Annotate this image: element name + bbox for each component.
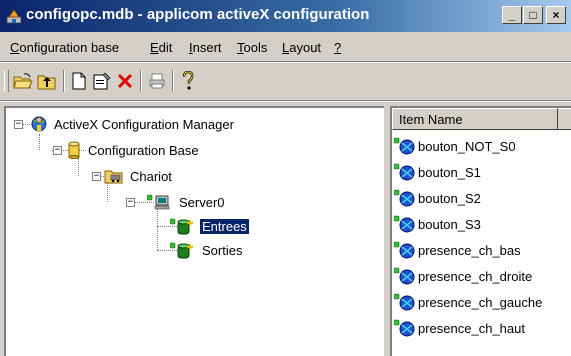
collapse-toggle[interactable]: − bbox=[126, 198, 135, 207]
window-title: configopc.mdb - applicom activeX configu… bbox=[26, 6, 370, 23]
delete-icon bbox=[117, 73, 133, 89]
delete-button[interactable] bbox=[114, 70, 136, 92]
list-item[interactable]: presence_ch_bas bbox=[394, 240, 521, 260]
column-header-filler bbox=[558, 108, 571, 130]
up-folder-button[interactable] bbox=[36, 70, 58, 92]
list-item-label: bouton_S2 bbox=[418, 190, 481, 206]
close-icon: × bbox=[552, 8, 560, 22]
collapse-toggle[interactable]: − bbox=[92, 172, 101, 181]
menu-tools[interactable]: Tools bbox=[237, 40, 267, 55]
list-item[interactable]: presence_ch_droite bbox=[394, 266, 532, 286]
item-tag-icon bbox=[394, 215, 415, 233]
print-icon bbox=[149, 73, 165, 89]
print-button[interactable] bbox=[146, 70, 168, 92]
group-icon bbox=[170, 218, 193, 235]
properties-icon bbox=[93, 72, 111, 90]
tree-view[interactable]: − − − − ActiveX Configuration Manager Co… bbox=[4, 106, 384, 356]
tree-node-label: Sorties bbox=[202, 242, 243, 258]
toolbar-separator bbox=[172, 70, 174, 92]
toolbar-separator bbox=[63, 70, 65, 92]
toolbar-separator bbox=[140, 70, 142, 92]
tree-connector bbox=[39, 134, 40, 150]
properties-button[interactable] bbox=[91, 70, 113, 92]
tree-node-label: Entrees bbox=[199, 217, 250, 235]
list-item[interactable]: presence_ch_haut bbox=[394, 318, 525, 338]
up-folder-icon bbox=[37, 75, 56, 90]
item-tag-icon bbox=[394, 319, 415, 337]
tree-node-sorties[interactable]: Sorties bbox=[170, 240, 244, 260]
menu-bar: Configuration base Edit Insert Tools Lay… bbox=[0, 34, 571, 60]
tree-node-chariot[interactable]: Chariot bbox=[104, 166, 174, 186]
column-header-item-name[interactable]: Item Name bbox=[392, 108, 558, 130]
tree-node-label: Chariot bbox=[130, 168, 172, 184]
menu-configuration-base[interactable]: Configuration base bbox=[10, 40, 119, 55]
menu-separator bbox=[0, 61, 571, 63]
list-item-label: bouton_S3 bbox=[418, 216, 481, 232]
database-icon bbox=[68, 141, 80, 159]
list-item[interactable]: bouton_S3 bbox=[394, 214, 481, 234]
tree-node-configuration-base[interactable]: Configuration Base bbox=[66, 140, 201, 160]
item-tag-icon bbox=[394, 293, 415, 311]
toolbar bbox=[0, 64, 571, 98]
help-button[interactable] bbox=[177, 70, 199, 92]
minimize-button[interactable]: _ bbox=[502, 6, 522, 24]
toolbar-grip[interactable] bbox=[4, 70, 9, 92]
list-item-label: presence_ch_gauche bbox=[418, 294, 543, 310]
minimize-icon: _ bbox=[508, 8, 516, 22]
maximize-button[interactable]: □ bbox=[523, 6, 543, 24]
tree-node-entrees[interactable]: Entrees bbox=[170, 216, 250, 236]
server-icon bbox=[147, 194, 170, 210]
item-tag-icon bbox=[394, 137, 415, 155]
item-list-view[interactable]: Item Name bouton_NOT_S0 bouton_S1 bouton… bbox=[390, 106, 571, 356]
tree-connector bbox=[157, 208, 158, 250]
list-item-label: bouton_S1 bbox=[418, 164, 481, 180]
new-button[interactable] bbox=[68, 70, 90, 92]
list-item-label: presence_ch_bas bbox=[418, 242, 521, 258]
help-icon bbox=[182, 71, 194, 90]
tree-connector bbox=[78, 158, 79, 176]
list-item-label: presence_ch_droite bbox=[418, 268, 533, 284]
menu-help[interactable]: ? bbox=[334, 40, 341, 55]
toolbar-separator-line bbox=[0, 100, 571, 102]
menu-edit[interactable]: Edit bbox=[150, 40, 172, 55]
tree-node-label: Server0 bbox=[179, 194, 225, 210]
group-icon bbox=[170, 242, 193, 259]
item-tag-icon bbox=[394, 241, 415, 259]
tree-node-label: Configuration Base bbox=[88, 142, 199, 158]
tree-node-server0[interactable]: Server0 bbox=[147, 192, 227, 212]
menu-insert[interactable]: Insert bbox=[189, 40, 222, 55]
item-tag-icon bbox=[394, 163, 415, 181]
item-tag-icon bbox=[394, 189, 415, 207]
list-item[interactable]: bouton_S1 bbox=[394, 162, 481, 182]
open-button[interactable] bbox=[12, 70, 34, 92]
collapse-toggle[interactable]: − bbox=[53, 146, 62, 155]
list-item-label: bouton_NOT_S0 bbox=[418, 138, 516, 154]
collapse-toggle[interactable]: − bbox=[14, 120, 23, 129]
open-folder-icon bbox=[13, 73, 33, 89]
title-bar[interactable]: configopc.mdb - applicom activeX configu… bbox=[0, 0, 571, 32]
menu-layout[interactable]: Layout bbox=[282, 40, 321, 55]
list-item[interactable]: bouton_NOT_S0 bbox=[394, 136, 516, 156]
list-item-label: presence_ch_haut bbox=[418, 320, 525, 336]
list-item[interactable]: presence_ch_gauche bbox=[394, 292, 542, 312]
maximize-icon: □ bbox=[529, 8, 537, 22]
item-tag-icon bbox=[394, 267, 415, 285]
app-icon bbox=[6, 9, 22, 24]
list-item[interactable]: bouton_S2 bbox=[394, 188, 481, 208]
tree-node-label: ActiveX Configuration Manager bbox=[54, 116, 234, 132]
new-document-icon bbox=[72, 72, 86, 90]
tree-node-activex-manager[interactable]: ActiveX Configuration Manager bbox=[30, 114, 236, 134]
globe-person-icon bbox=[31, 116, 47, 132]
folder-icon bbox=[104, 170, 123, 184]
application-window: configopc.mdb - applicom activeX configu… bbox=[0, 0, 571, 356]
close-button[interactable]: × bbox=[546, 6, 566, 24]
